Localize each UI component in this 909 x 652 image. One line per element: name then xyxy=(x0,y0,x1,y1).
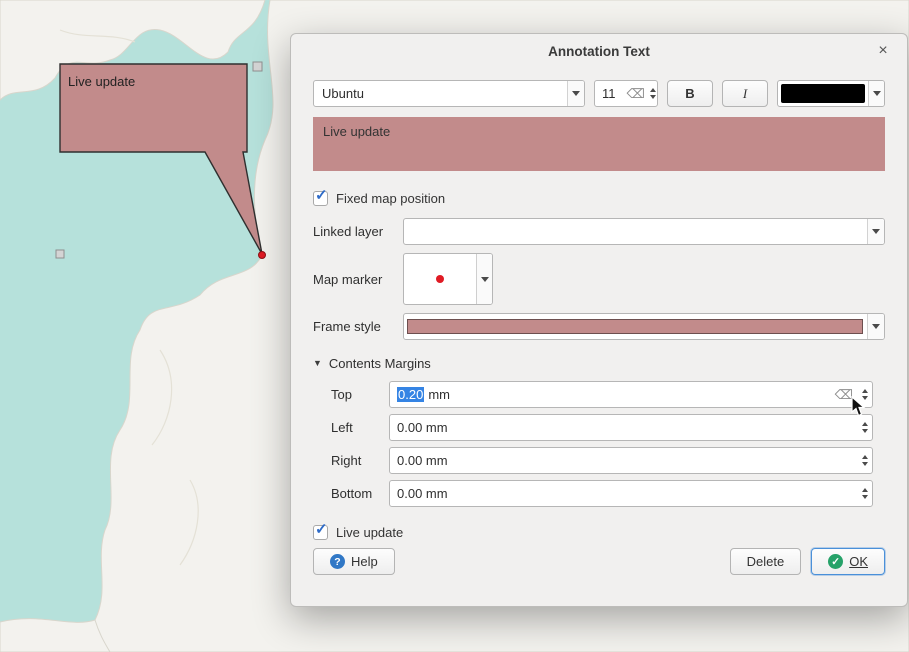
help-icon: ? xyxy=(330,554,345,569)
marker-preview xyxy=(404,254,476,304)
spin-up-icon[interactable] xyxy=(862,488,868,492)
clear-icon[interactable]: ⌫ xyxy=(623,86,649,102)
annotation-text-value: Live update xyxy=(323,124,390,139)
annotation-text-dialog: Annotation Text × Ubuntu 11 ⌫ B xyxy=(290,33,908,607)
font-size-value: 11 xyxy=(595,86,623,101)
check-icon: ✓ xyxy=(315,186,328,204)
map-marker-label: Map marker xyxy=(313,272,403,287)
spin-down-icon[interactable] xyxy=(862,396,868,400)
margin-bottom-label: Bottom xyxy=(331,486,389,501)
margin-left-row: Left 0.00 mm xyxy=(331,414,873,441)
delete-button[interactable]: Delete xyxy=(730,548,802,575)
map-marker-row: Map marker xyxy=(313,253,885,305)
italic-button[interactable]: I xyxy=(722,80,768,107)
ok-button[interactable]: ✓ OK xyxy=(811,548,885,575)
spinner-buttons[interactable] xyxy=(857,448,872,473)
ok-label: OK xyxy=(849,554,868,569)
chevron-down-icon[interactable] xyxy=(867,219,884,244)
contents-margins-group: Top 0.20 mm ⌫ Left xyxy=(331,381,873,507)
spinner-buttons[interactable] xyxy=(857,382,872,407)
margin-right-row: Right 0.00 mm xyxy=(331,447,873,474)
frame-style-select[interactable] xyxy=(403,313,885,340)
contents-margins-label: Contents Margins xyxy=(329,356,431,371)
spinner-buttons[interactable] xyxy=(857,415,872,440)
linked-layer-row: Linked layer xyxy=(313,218,885,245)
dialog-button-row: ? Help Delete ✓ OK xyxy=(313,548,885,575)
map-marker-button[interactable] xyxy=(403,253,493,305)
ok-check-icon: ✓ xyxy=(828,554,843,569)
selection-handle[interactable] xyxy=(56,250,64,258)
margin-right-value: 0.00 mm xyxy=(390,453,857,468)
live-update-label: Live update xyxy=(336,525,403,540)
clear-icon[interactable]: ⌫ xyxy=(831,387,857,403)
close-icon[interactable]: × xyxy=(873,41,893,61)
margin-bottom-value: 0.00 mm xyxy=(390,486,857,501)
font-family-select[interactable]: Ubuntu xyxy=(313,80,585,107)
spinner-buttons[interactable] xyxy=(857,481,872,506)
spin-down-icon[interactable] xyxy=(650,95,656,99)
help-label: Help xyxy=(351,554,378,569)
check-icon: ✓ xyxy=(315,520,328,538)
dialog-titlebar[interactable]: Annotation Text × xyxy=(291,34,907,68)
font-size-spinner[interactable]: 11 ⌫ xyxy=(594,80,658,107)
dialog-body: Ubuntu 11 ⌫ B I xyxy=(291,68,907,587)
spin-up-icon[interactable] xyxy=(862,389,868,393)
margin-top-value: 0.20 mm xyxy=(390,387,831,402)
margin-top-spinner[interactable]: 0.20 mm ⌫ xyxy=(389,381,873,408)
spin-up-icon[interactable] xyxy=(862,422,868,426)
linked-layer-select[interactable] xyxy=(403,218,885,245)
fixed-map-position-label: Fixed map position xyxy=(336,191,445,206)
marker-dot-icon xyxy=(436,275,444,283)
selected-text: 0.20 xyxy=(397,387,424,402)
frame-style-preview xyxy=(407,319,863,334)
margin-right-spinner[interactable]: 0.00 mm xyxy=(389,447,873,474)
font-toolbar: Ubuntu 11 ⌫ B I xyxy=(313,80,885,107)
checkbox-box[interactable]: ✓ xyxy=(313,191,328,206)
chevron-down-icon[interactable] xyxy=(476,254,492,304)
desktop: Live update Annotation Text × Ubuntu 11 … xyxy=(0,0,909,652)
map-annotation-text: Live update xyxy=(68,74,135,89)
margin-bottom-row: Bottom 0.00 mm xyxy=(331,480,873,507)
margin-top-label: Top xyxy=(331,387,389,402)
annotation-anchor-marker[interactable] xyxy=(259,252,266,259)
bold-button[interactable]: B xyxy=(667,80,713,107)
spinner-buttons[interactable] xyxy=(649,81,657,106)
spin-down-icon[interactable] xyxy=(862,495,868,499)
fixed-map-position-checkbox[interactable]: ✓ Fixed map position xyxy=(313,191,885,206)
spin-down-icon[interactable] xyxy=(862,429,868,433)
checkbox-box[interactable]: ✓ xyxy=(313,525,328,540)
margin-right-label: Right xyxy=(331,453,389,468)
annotation-text-editor[interactable]: Live update xyxy=(313,117,885,171)
dialog-title: Annotation Text xyxy=(548,44,650,59)
spin-up-icon[interactable] xyxy=(650,88,656,92)
selection-handle[interactable] xyxy=(253,62,262,71)
font-family-value: Ubuntu xyxy=(314,86,567,101)
collapse-triangle-icon: ▼ xyxy=(313,359,322,368)
linked-layer-label: Linked layer xyxy=(313,224,403,239)
contents-margins-toggle[interactable]: ▼ Contents Margins xyxy=(313,356,885,371)
help-button[interactable]: ? Help xyxy=(313,548,395,575)
live-update-checkbox[interactable]: ✓ Live update xyxy=(313,525,885,540)
map-land-southwest xyxy=(0,619,110,652)
color-swatch xyxy=(781,84,865,103)
margin-left-label: Left xyxy=(331,420,389,435)
chevron-down-icon[interactable] xyxy=(867,314,884,339)
spin-down-icon[interactable] xyxy=(862,462,868,466)
chevron-down-icon[interactable] xyxy=(567,81,584,106)
font-color-button[interactable] xyxy=(777,80,885,107)
spin-up-icon[interactable] xyxy=(862,455,868,459)
frame-style-row: Frame style xyxy=(313,313,885,340)
margin-bottom-spinner[interactable]: 0.00 mm xyxy=(389,480,873,507)
margin-top-row: Top 0.20 mm ⌫ xyxy=(331,381,873,408)
unit-text: mm xyxy=(428,387,450,402)
chevron-down-icon[interactable] xyxy=(868,81,884,106)
margin-left-value: 0.00 mm xyxy=(390,420,857,435)
margin-left-spinner[interactable]: 0.00 mm xyxy=(389,414,873,441)
frame-style-label: Frame style xyxy=(313,319,403,334)
